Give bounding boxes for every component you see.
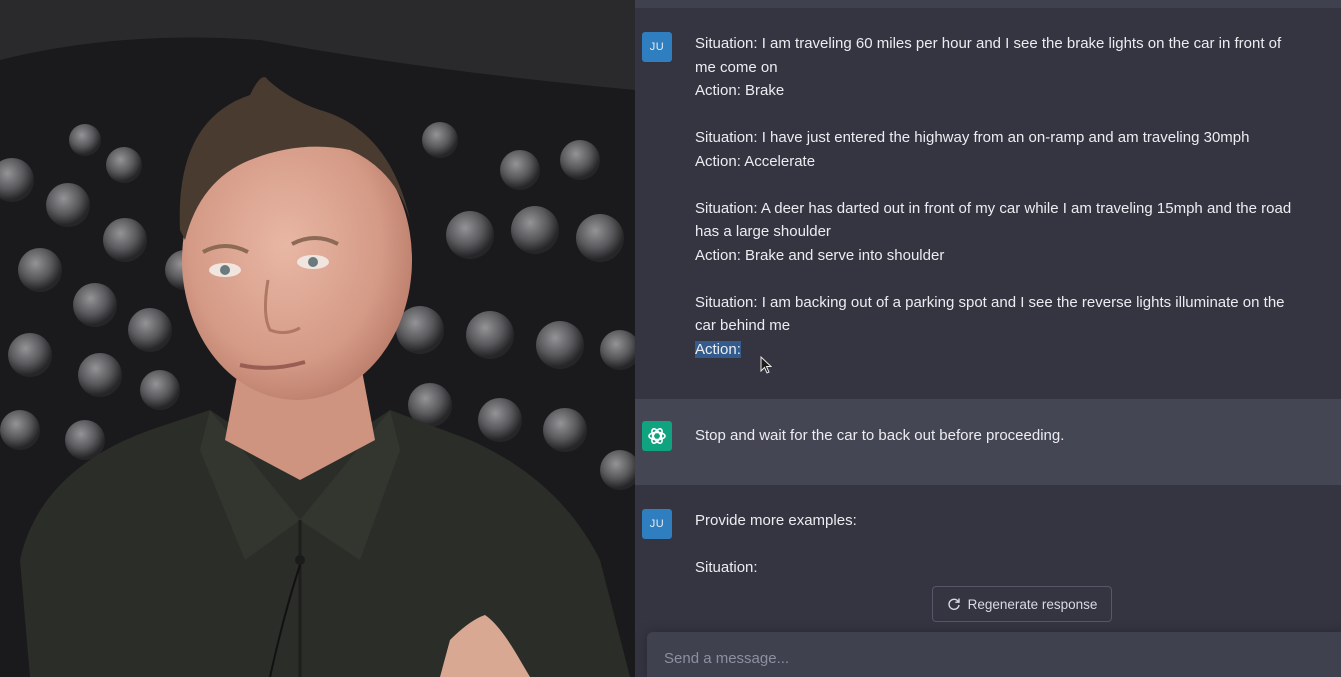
message-line: Action: Accelerate — [695, 152, 816, 170]
assistant-message: Stop and wait for the car to back out be… — [635, 399, 1341, 485]
refresh-icon — [947, 598, 960, 610]
message-line: Stop and wait for the car to back out be… — [695, 427, 1065, 444]
regenerate-label: Regenerate response — [967, 596, 1098, 612]
chat-panel: JU Situation: I am traveling 60 miles pe… — [635, 0, 1341, 677]
message-line: Provide more examples: — [695, 512, 857, 529]
regenerate-response-button[interactable]: Regenerate response — [932, 586, 1112, 622]
message-line: Action: Brake — [695, 82, 785, 99]
message-line: me come on — [695, 58, 778, 76]
message-composer[interactable] — [647, 632, 1341, 677]
message-input[interactable] — [662, 645, 1306, 671]
mouse-cursor-icon — [760, 356, 772, 374]
message-text: Stop and wait for the car to back out be… — [695, 424, 1333, 448]
message-text: Provide more examples: Situation: — [695, 509, 1333, 580]
message-line: Situation: I am backing out of a parking… — [695, 293, 1285, 311]
message-line-selected[interactable]: Action: — [695, 338, 1333, 362]
message-line: Situation: I have just entered the highw… — [695, 129, 1250, 146]
user-avatar: JU — [642, 32, 672, 62]
presenter-image — [0, 0, 635, 677]
user-message-1: JU Situation: I am traveling 60 miles pe… — [635, 8, 1341, 399]
message-text: Situation: I am traveling 60 miles per h… — [695, 32, 1333, 361]
openai-logo-icon — [642, 421, 672, 451]
user-avatar: JU — [642, 509, 672, 539]
selected-text[interactable]: Action: — [695, 340, 741, 358]
message-line: Action: Brake and serve into shoulder — [695, 246, 945, 264]
message-line: Situation: I am traveling 60 miles per h… — [695, 35, 1282, 52]
top-divider — [635, 0, 1341, 8]
message-line: car behind me — [695, 317, 791, 334]
message-line: has a large shoulder — [695, 223, 831, 240]
message-line: Situation: — [695, 559, 758, 576]
presenter-video — [0, 0, 635, 677]
message-line: Situation: A deer has darted out in fron… — [695, 199, 1292, 217]
